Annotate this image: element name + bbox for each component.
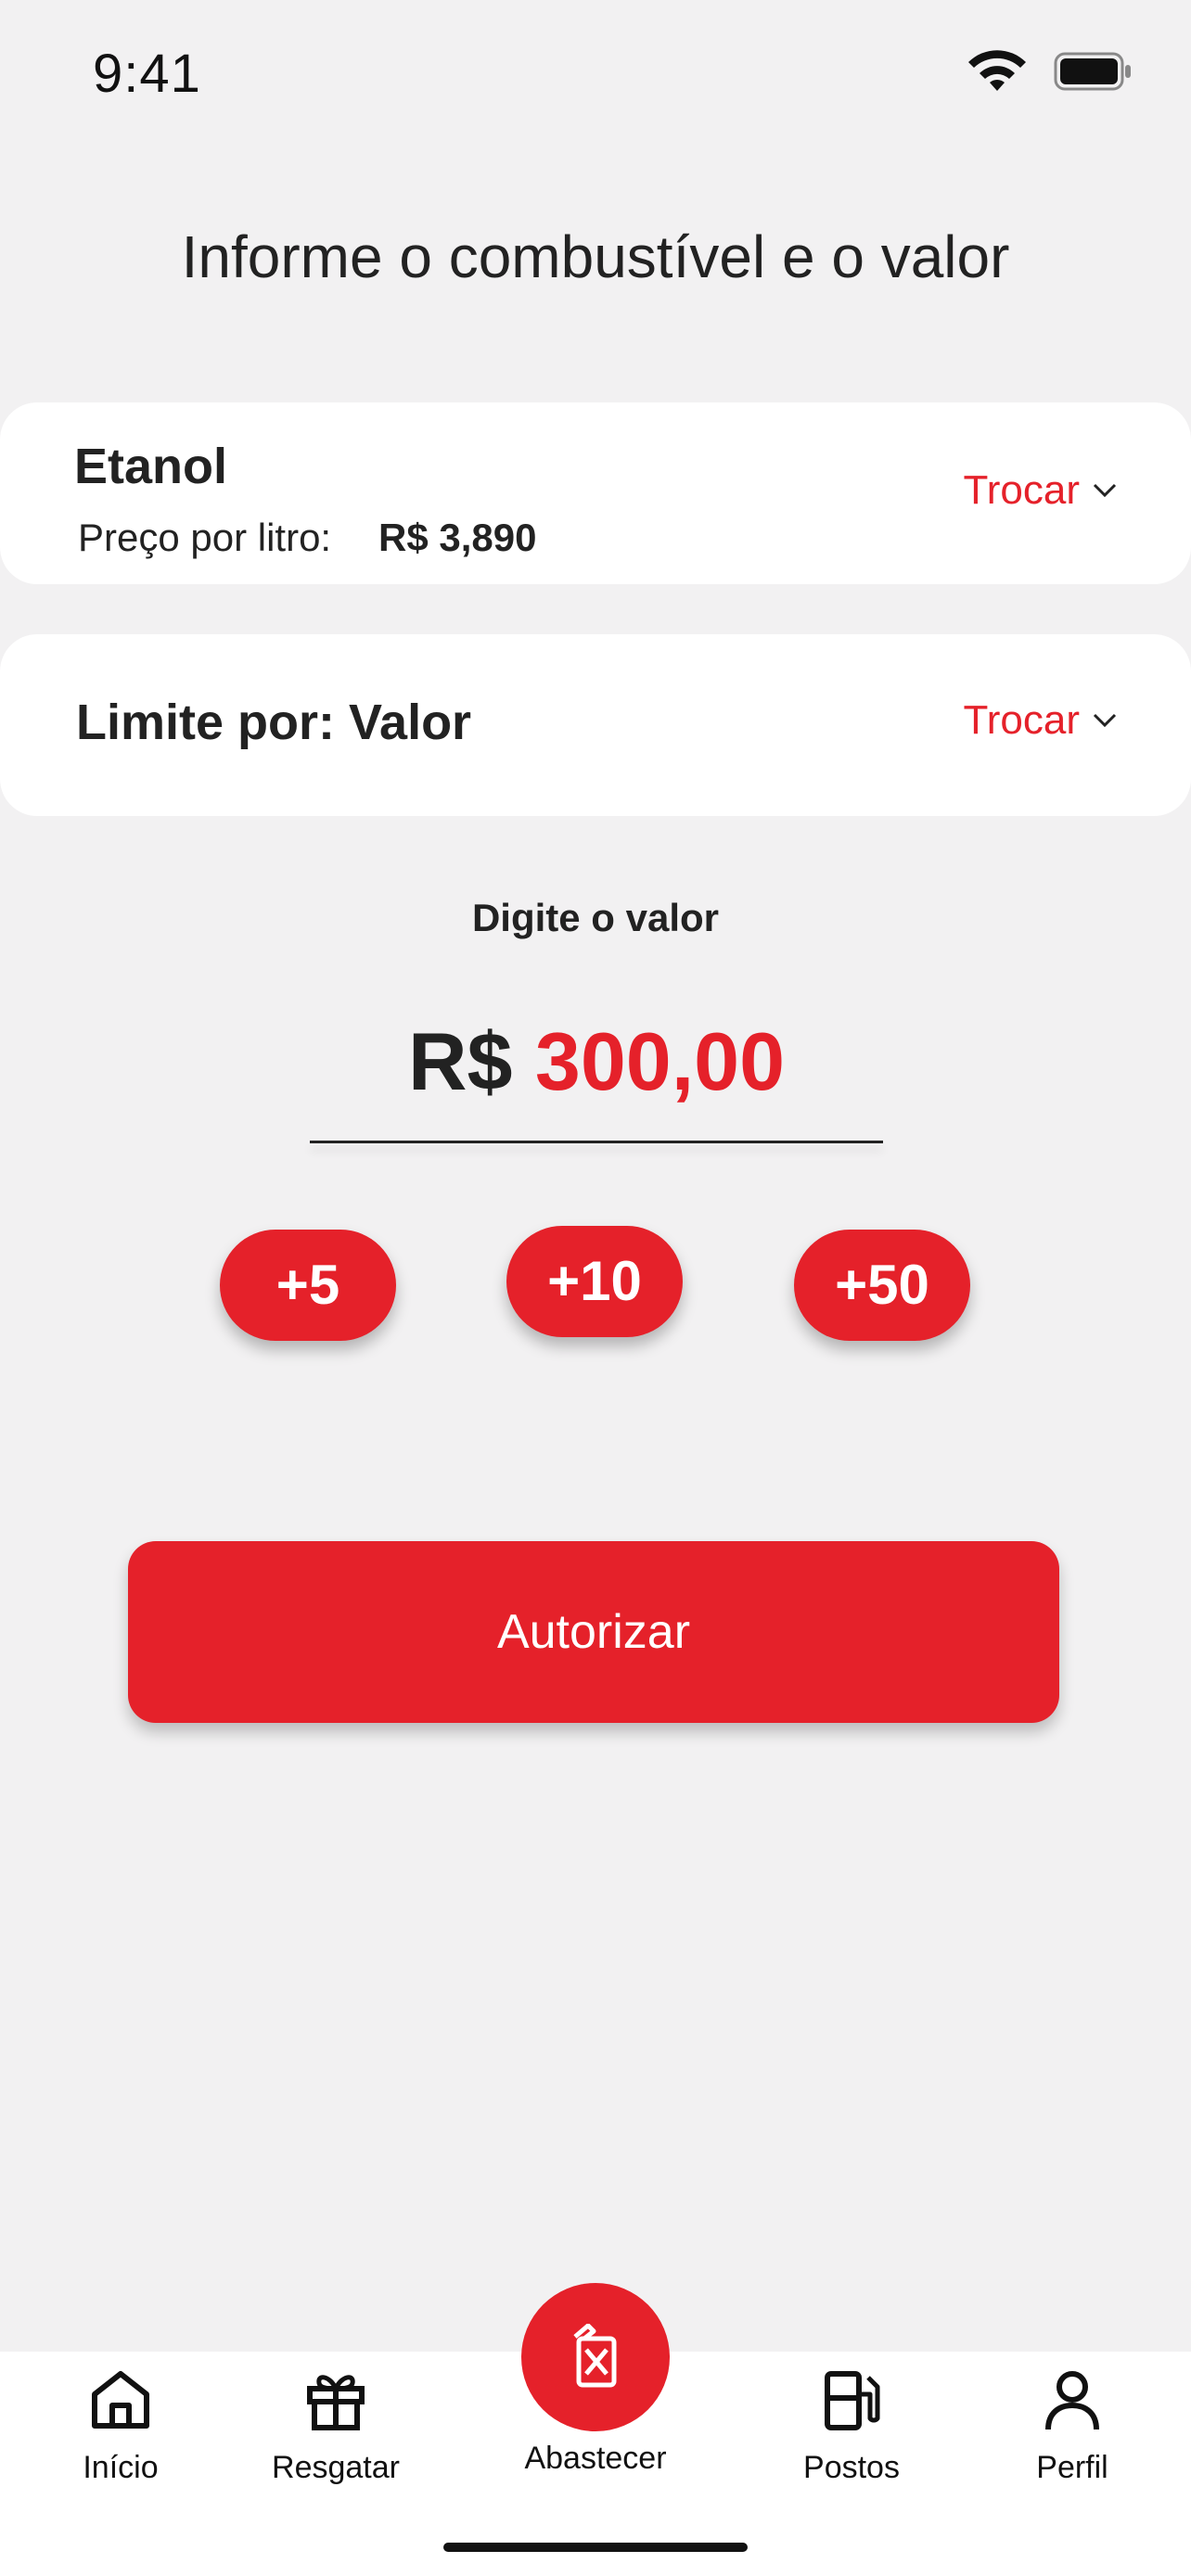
nav-item-inicio[interactable]: Início <box>19 2352 223 2537</box>
change-fuel-button[interactable]: Trocar <box>964 467 1118 514</box>
page-title: Informe o combustível e o valor <box>181 223 1010 290</box>
nav-label-resgatar: Resgatar <box>272 2450 400 2485</box>
price-per-liter-value: R$ 3,890 <box>378 516 537 559</box>
fuel-name: Etanol <box>74 439 228 494</box>
add-10-button[interactable]: +10 <box>506 1226 683 1337</box>
fuel-card: Etanol Preço por litro: R$ 3,890 Trocar <box>0 402 1191 584</box>
amount-label: Digite o valor <box>471 896 720 939</box>
authorize-button[interactable]: Autorizar <box>128 1541 1059 1723</box>
abastecer-fab <box>521 2283 670 2431</box>
limit-card: Limite por: Valor Trocar <box>0 634 1191 816</box>
nav-item-resgatar[interactable]: Resgatar <box>234 2352 438 2537</box>
nav-label-postos: Postos <box>803 2450 900 2485</box>
limit-type-label: Limite por: Valor <box>76 695 472 750</box>
fuel-amount-screen: 9:41 Informe o combustível e o valor Eta… <box>0 0 1191 2576</box>
add-5-button[interactable]: +5 <box>220 1230 396 1341</box>
fuel-can-icon <box>573 2324 617 2388</box>
amount-input[interactable]: R$ 300,00 <box>310 1011 883 1141</box>
amount-value: 300,00 <box>534 1015 786 1107</box>
home-indicator <box>443 2543 748 2552</box>
nav-label-perfil: Perfil <box>1036 2450 1108 2485</box>
chevron-down-icon <box>1093 483 1117 498</box>
price-per-liter-label: Preço por litro: <box>78 516 332 559</box>
change-limit-label: Trocar <box>963 697 1081 743</box>
add-50-button[interactable]: +50 <box>794 1230 970 1341</box>
amount-underline <box>310 1141 883 1143</box>
gas-station-icon <box>825 2371 880 2430</box>
nav-item-postos[interactable]: Postos <box>749 2352 954 2537</box>
gift-icon <box>307 2375 365 2430</box>
nav-label-abastecer: Abastecer <box>524 2441 667 2476</box>
chevron-down-icon <box>1093 713 1117 728</box>
battery-icon <box>1054 52 1131 91</box>
nav-item-perfil[interactable]: Perfil <box>970 2352 1174 2537</box>
home-icon <box>92 2371 149 2429</box>
status-time: 9:41 <box>93 44 201 104</box>
currency-symbol: R$ <box>407 1015 513 1107</box>
nav-label-inicio: Início <box>83 2450 159 2485</box>
wifi-icon <box>968 50 1026 91</box>
change-limit-button[interactable]: Trocar <box>964 697 1118 744</box>
user-icon <box>1045 2371 1099 2430</box>
nav-item-abastecer[interactable]: Abastecer <box>512 2283 679 2476</box>
change-fuel-label: Trocar <box>963 467 1081 513</box>
